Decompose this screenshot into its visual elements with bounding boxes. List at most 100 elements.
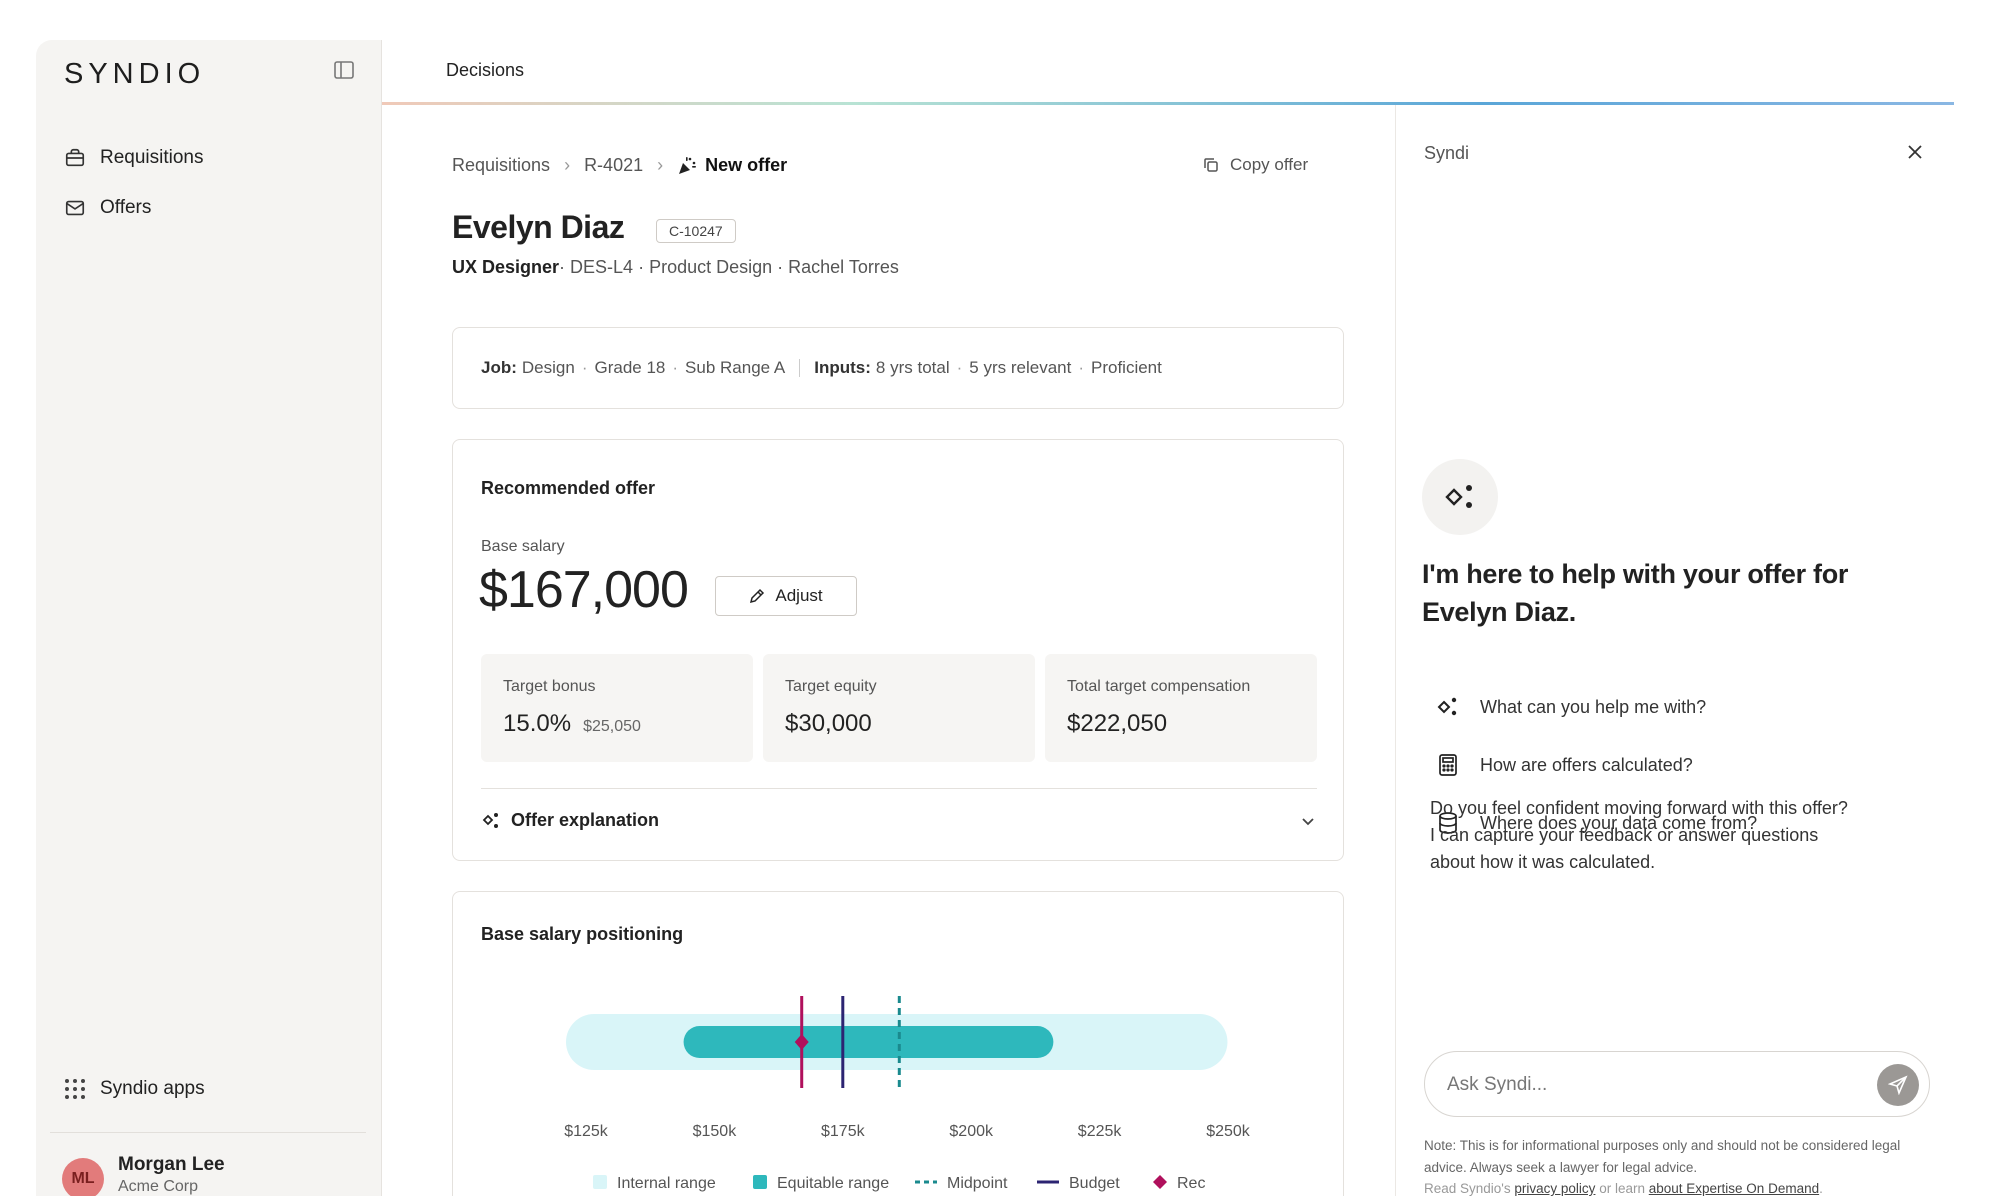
job-inputs-card: Job: Design · Grade 18 · Sub Range A Inp…	[452, 327, 1344, 409]
send-button[interactable]	[1877, 1064, 1919, 1106]
copy-offer-button[interactable]: Copy offer	[1202, 155, 1308, 175]
user-name: Morgan Lee	[118, 1154, 225, 1175]
x-tick-label: $250k	[1206, 1123, 1251, 1140]
adjust-label: Adjust	[775, 586, 823, 605]
panel-title: Syndi	[1424, 143, 1470, 163]
legend-label: Internal range	[617, 1175, 716, 1192]
user-org: Acme Corp	[118, 1178, 199, 1195]
legend-swatch	[1153, 1175, 1167, 1189]
x-tick-label: $175k	[821, 1123, 866, 1140]
job-item: Sub Range A	[685, 358, 786, 377]
salary-range-chart: $125k $150k $175k $200k $225k $250k Internal r…	[564, 996, 1251, 1192]
suggestion-label: What can you help me with?	[1480, 696, 1707, 717]
x-tick-label: $225k	[1078, 1123, 1123, 1140]
candidate-subtitle: UX Designer· DES-L4 · Product Design · R…	[452, 257, 899, 278]
recommended-offer-card: Recommended offer Base salary $167,000 A…	[452, 439, 1344, 861]
sidebar-item-requisitions[interactable]: Requisitions	[64, 140, 204, 176]
privacy-policy-link[interactable]: privacy policy	[1514, 1181, 1595, 1196]
assistant-message: Do you feel confident moving forward wit…	[1430, 798, 1848, 872]
chevron-down-icon	[1302, 818, 1314, 826]
sparkle-icon	[1437, 697, 1457, 716]
tile-value: $30,000	[785, 710, 872, 737]
logo: SYNDIO	[64, 58, 206, 90]
user-menu[interactable]: ML Morgan Lee Acme Corp	[62, 1154, 225, 1196]
main-content: Requisitions › R-4021 › New offer Copy o…	[382, 105, 1396, 1196]
legend-label: Equitable range	[777, 1175, 889, 1192]
target-bonus-tile: Target bonus 15.0% $25,050	[481, 654, 753, 762]
copy-offer-label: Copy offer	[1230, 155, 1309, 174]
suggestion-how-calculated[interactable]: How are offers calculated?	[1436, 753, 1693, 777]
legend-label: Midpoint	[947, 1175, 1008, 1192]
target-bonus-amount: $25,050	[583, 718, 641, 735]
breadcrumb-requisition-id[interactable]: R-4021	[584, 155, 643, 176]
input-item: 8 yrs total	[875, 358, 950, 377]
close-icon[interactable]	[1904, 141, 1926, 163]
avatar: ML	[62, 1158, 104, 1196]
input-item: 5 yrs relevant	[969, 358, 1072, 377]
equitable-range-bar	[683, 1026, 1054, 1058]
sidebar-toggle-icon[interactable]	[332, 58, 356, 82]
assistant-avatar	[1422, 459, 1498, 535]
breadcrumb: Requisitions › R-4021 › New offer	[452, 155, 787, 176]
job-item: Grade 18	[594, 358, 666, 377]
candidate-title: UX Designer	[452, 257, 560, 277]
send-icon	[1888, 1075, 1908, 1095]
page-title: Decisions	[446, 60, 525, 80]
legend-label: Rec	[1177, 1175, 1205, 1192]
legend-swatch	[593, 1175, 607, 1189]
expertise-link[interactable]: about Expertise On Demand	[1649, 1181, 1819, 1196]
divider	[799, 359, 801, 377]
breadcrumb-requisitions[interactable]: Requisitions	[452, 155, 550, 176]
target-bonus-percent: 15.0%	[503, 710, 572, 737]
breadcrumb-current: New offer	[677, 155, 787, 176]
period: .	[1819, 1181, 1823, 1196]
briefcase-icon	[65, 148, 85, 167]
input-item: Proficient	[1091, 358, 1162, 377]
x-tick-label: $150k	[693, 1123, 738, 1140]
sidebar-item-offers[interactable]: Offers	[64, 190, 151, 226]
tile-label: Target equity	[785, 678, 877, 695]
offer-explanation-toggle[interactable]: Offer explanation	[481, 810, 1317, 831]
privacy-note: Read Syndio's privacy policy or learn ab…	[1424, 1179, 1934, 1196]
sidebar-divider	[50, 1132, 366, 1133]
chevron-right-icon: ›	[657, 155, 664, 175]
sidebar-item-label: Offers	[100, 197, 152, 218]
syndio-apps-label: Syndio apps	[100, 1078, 205, 1099]
target-equity-tile: Target equity $30,000	[763, 654, 1035, 762]
pencil-icon	[750, 588, 765, 604]
legal-note: Note: This is for informational purposes…	[1424, 1138, 1901, 1175]
sparkle-icon	[482, 812, 498, 828]
sidebar-item-label: Requisitions	[100, 147, 204, 168]
job-item: Design	[521, 358, 575, 377]
or-learn-text: or learn	[1599, 1181, 1645, 1196]
x-tick-label: $200k	[949, 1123, 994, 1140]
assistant-panel: Syndi I'm here to help with your offer f…	[1396, 105, 1954, 1196]
ask-syndi-input[interactable]	[1447, 1070, 1847, 1100]
base-salary-label: Base salary	[481, 538, 565, 555]
syndio-apps-button[interactable]: Syndio apps	[64, 1078, 205, 1100]
apps-grid-icon	[65, 1079, 85, 1099]
inputs-label: Inputs:	[814, 358, 871, 377]
adjust-button[interactable]: Adjust	[715, 576, 857, 616]
tile-value: $222,050	[1067, 710, 1168, 737]
ask-syndi-box	[1424, 1051, 1930, 1117]
tile-label: Target bonus	[503, 678, 596, 695]
assistant-heading: I'm here to help with your offer for Eve…	[1422, 559, 1849, 627]
app-window: SYNDIO Requisitions Offers Syndio apps M…	[36, 40, 1954, 1196]
tile-label: Total target compensation	[1067, 678, 1251, 695]
topbar: Decisions	[382, 40, 1954, 104]
mail-icon	[65, 200, 85, 216]
x-tick-label: $125k	[564, 1123, 609, 1140]
suggestion-what-can-you-help[interactable]: What can you help me with?	[1436, 695, 1706, 719]
party-popper-icon	[679, 156, 697, 174]
privacy-prefix: Read Syndio's	[1424, 1181, 1511, 1196]
total-target-comp-tile: Total target compensation $222,050	[1045, 654, 1317, 762]
divider	[481, 788, 1317, 789]
chevron-right-icon: ›	[564, 155, 571, 175]
offer-explanation-label: Offer explanation	[511, 810, 660, 830]
base-salary-positioning-card: Base salary positioning $125k $150k $175k $…	[452, 891, 1344, 1196]
copy-icon	[1204, 158, 1218, 172]
job-label: Job:	[481, 358, 517, 377]
sidebar: SYNDIO Requisitions Offers Syndio apps M…	[36, 40, 382, 1196]
candidate-meta: · DES-L4 · Product Design · Rachel Torre…	[559, 257, 899, 277]
